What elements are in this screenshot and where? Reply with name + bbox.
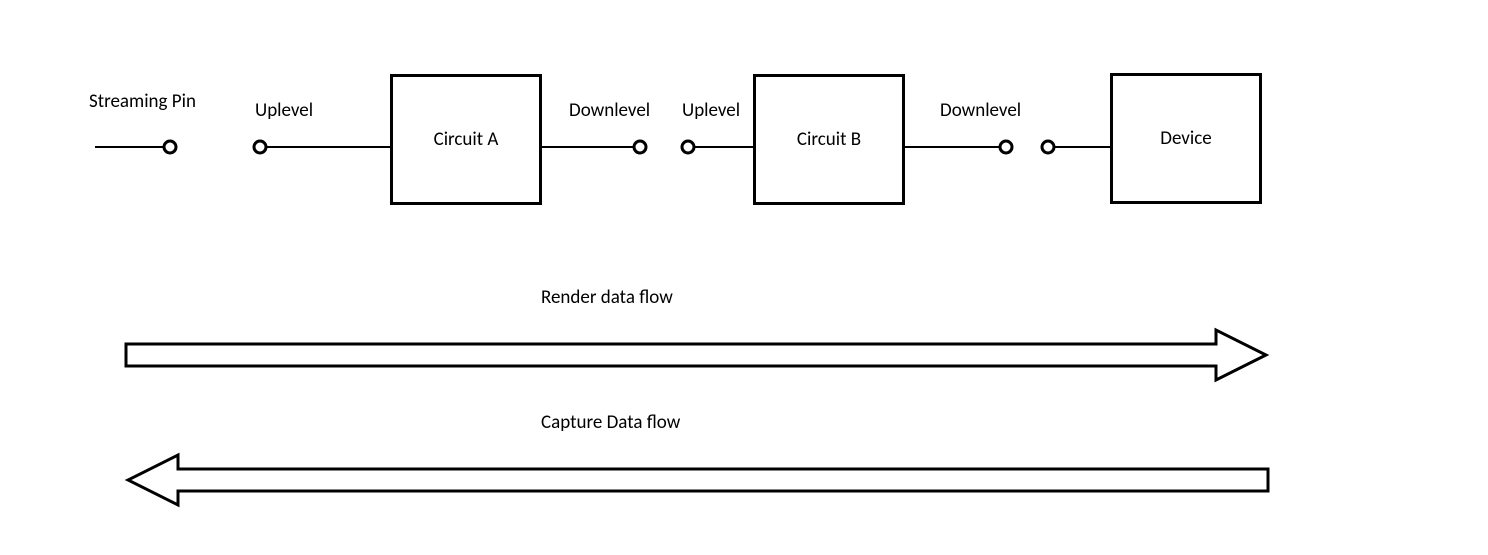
box-circuit-b: Circuit B [753, 74, 905, 205]
label-uplevel-2: Uplevel [682, 99, 740, 122]
pin-uplevel-1 [254, 141, 390, 153]
diagram-canvas: Streaming Pin Uplevel Downlevel Uplevel … [0, 0, 1488, 555]
label-render-flow: Render data flow [541, 286, 673, 309]
pin-uplevel-2 [682, 141, 753, 153]
box-device: Device [1110, 73, 1262, 204]
pin-downlevel-1 [542, 141, 646, 153]
box-circuit-a: Circuit A [390, 74, 542, 205]
arrow-capture-flow [128, 455, 1268, 505]
pin-device-in [1042, 141, 1110, 153]
box-device-label: Device [1160, 127, 1211, 150]
arrow-render-flow [126, 330, 1266, 380]
label-downlevel-2: Downlevel [940, 99, 1021, 122]
pin-downlevel-2 [905, 141, 1012, 153]
label-uplevel-1: Uplevel [255, 99, 313, 122]
label-streaming-pin: Streaming Pin [89, 90, 196, 113]
box-circuit-a-label: Circuit A [434, 128, 499, 151]
label-downlevel-1: Downlevel [569, 99, 650, 122]
label-capture-flow: Capture Data flow [541, 411, 680, 434]
svg-overlay [0, 0, 1488, 555]
pin-streaming [95, 141, 176, 153]
box-circuit-b-label: Circuit B [797, 128, 861, 151]
